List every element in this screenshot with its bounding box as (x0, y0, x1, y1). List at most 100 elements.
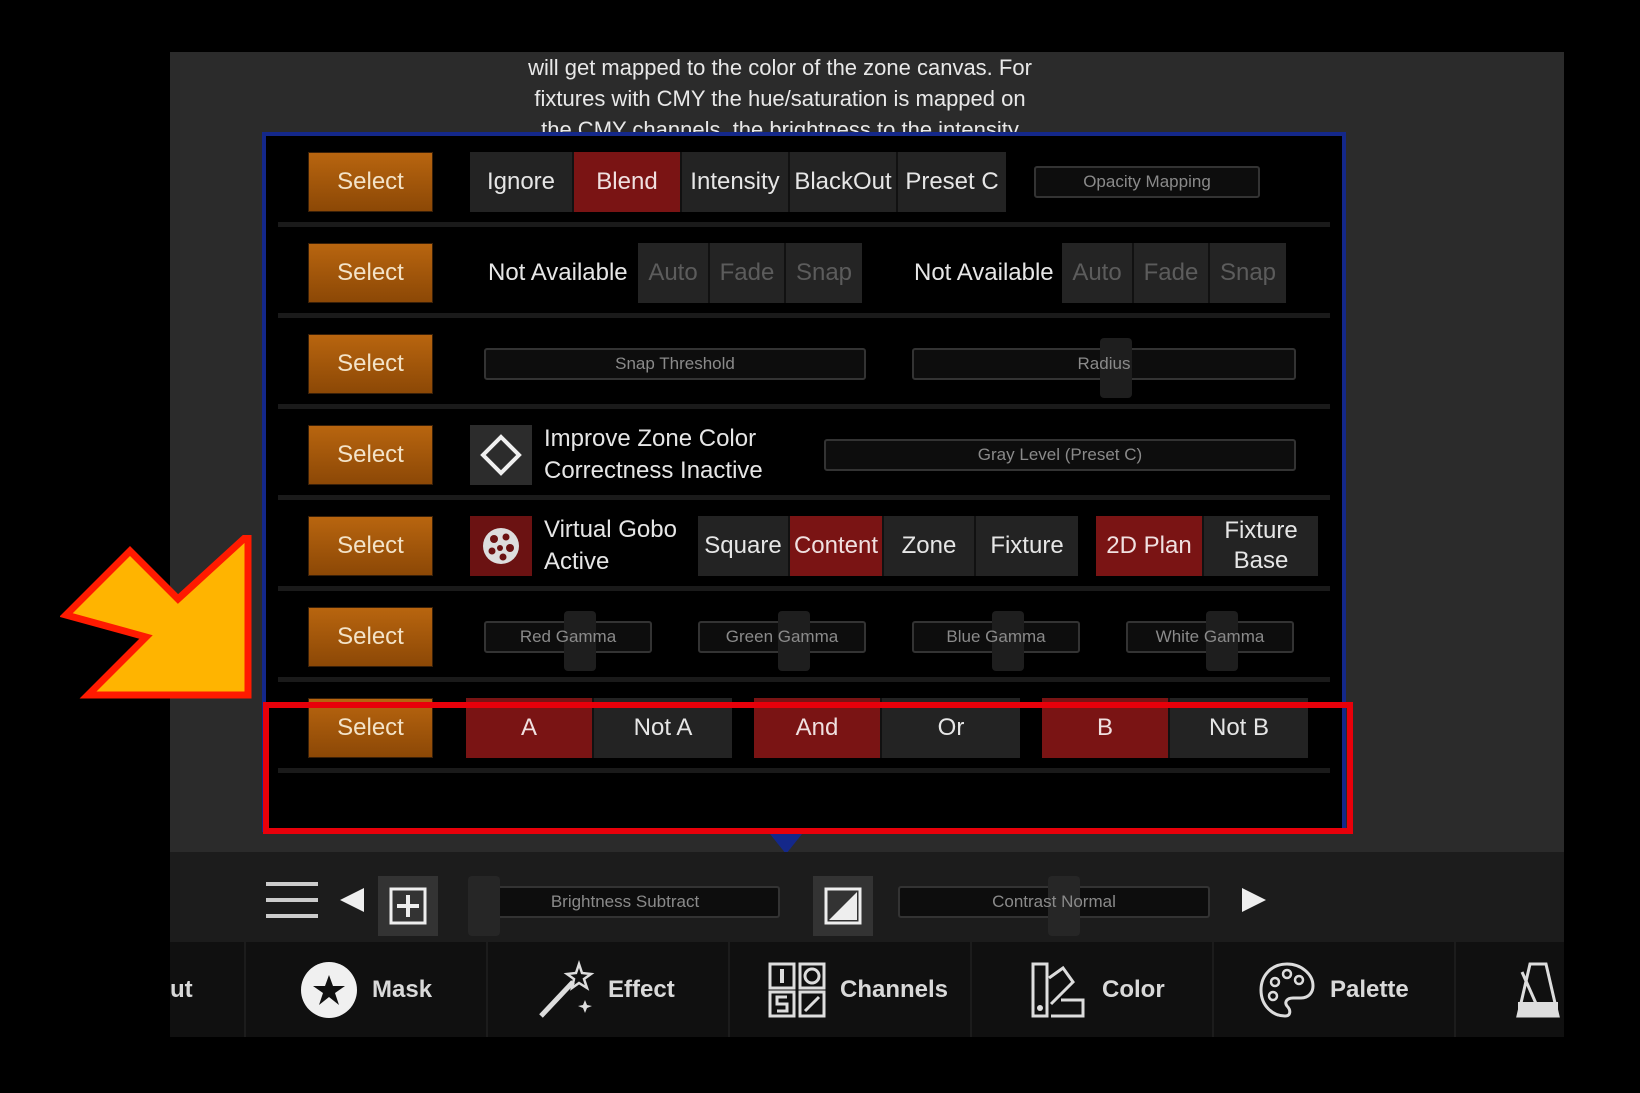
option-snap: Snap (1210, 243, 1286, 303)
star-icon (298, 959, 360, 1021)
tab-color[interactable]: Color (972, 942, 1214, 1037)
label-line-1: Virtual Gobo (544, 516, 677, 543)
row-virtual-gobo: Select Virtual Gobo Active Square Conten… (278, 500, 1330, 591)
tab-bar: ut Mask Effect Channels Color Palette (170, 942, 1564, 1037)
transition-selector-right: Auto Fade Snap (1062, 243, 1286, 303)
tab-label: Mask (372, 975, 433, 1003)
slider-label: Green Gamma (725, 627, 839, 646)
help-text: will get mapped to the color of the zone… (470, 52, 1090, 132)
slider-label: Snap Threshold (615, 354, 735, 373)
gobo-mode-selector: Square Content Zone Fixture (698, 516, 1078, 576)
slider-label: Blue Gamma (946, 627, 1046, 646)
white-gamma-slider[interactable]: White Gamma (1126, 611, 1294, 671)
improve-zone-color-label: Improve Zone Color Correctness Inactive (544, 423, 763, 487)
help-text-line-1: will get mapped to the color of the zone… (528, 55, 1032, 80)
tab-label: Palette (1330, 975, 1409, 1003)
select-button[interactable]: Select (308, 425, 433, 485)
diamond-icon (480, 434, 522, 476)
option-auto: Auto (638, 243, 710, 303)
menu-icon[interactable] (266, 880, 318, 920)
select-button[interactable]: Select (308, 516, 433, 576)
label-line-1: Improve Zone Color (544, 425, 757, 452)
not-available-label-left: Not Available (488, 259, 628, 286)
channels-icon (766, 959, 828, 1021)
option-fixture[interactable]: Fixture (976, 516, 1078, 576)
radius-slider[interactable]: Radius (912, 338, 1296, 398)
slider-knob[interactable] (468, 876, 500, 936)
option-fade: Fade (710, 243, 786, 303)
tab-mask[interactable]: Mask (246, 942, 488, 1037)
app-window: will get mapped to the color of the zone… (170, 52, 1564, 1037)
option-square[interactable]: Square (698, 516, 790, 576)
green-gamma-slider[interactable]: Green Gamma (698, 611, 866, 671)
transition-selector-left: Auto Fade Snap (638, 243, 862, 303)
option-fade: Fade (1134, 243, 1210, 303)
blue-gamma-slider[interactable]: Blue Gamma (912, 611, 1080, 671)
row-opacity-mode: Select Ignore Blend Intensity BlackOut P… (278, 136, 1330, 227)
select-button[interactable]: Select (308, 607, 433, 667)
red-gamma-slider[interactable]: Red Gamma (484, 611, 652, 671)
plus-square-icon (389, 887, 427, 925)
row-snap-radius: Select Snap Threshold Radius (278, 318, 1330, 409)
opacity-mode-selector: Ignore Blend Intensity BlackOut Preset C (470, 152, 1006, 212)
row-gamma: Select Red Gamma Green Gamma Blue Gamma … (278, 591, 1330, 682)
metronome-icon (1514, 959, 1562, 1021)
tab-metronome[interactable] (1456, 942, 1564, 1037)
contrast-icon (824, 887, 862, 925)
option-preset-c[interactable]: Preset C (898, 152, 1006, 212)
next-arrow-icon[interactable] (1242, 886, 1268, 919)
tab-ut[interactable]: ut (170, 942, 246, 1037)
virtual-gobo-label: Virtual Gobo Active (544, 514, 677, 578)
color-swatch-icon (1028, 959, 1090, 1021)
tab-label: ut (170, 975, 193, 1003)
option-blend[interactable]: Blend (574, 152, 682, 212)
prev-arrow-icon[interactable] (338, 886, 364, 919)
add-button[interactable] (378, 876, 438, 936)
contrast-toggle[interactable] (813, 876, 873, 936)
snap-threshold-slider[interactable]: Snap Threshold (484, 348, 866, 380)
select-button[interactable]: Select (308, 152, 433, 212)
tab-label: Channels (840, 975, 949, 1003)
slider-label: Brightness Subtract (550, 892, 700, 911)
option-snap: Snap (786, 243, 862, 303)
option-intensity[interactable]: Intensity (682, 152, 790, 212)
label-line-2: Correctness Inactive (544, 457, 763, 484)
slider-label: Gray Level (Preset C) (977, 445, 1143, 464)
option-content[interactable]: Content (790, 516, 884, 576)
option-zone[interactable]: Zone (884, 516, 976, 576)
option-fixture-base[interactable]: Fixture Base (1204, 516, 1318, 576)
brightness-subtract-slider[interactable]: Brightness Subtract (468, 876, 780, 936)
highlight-box (263, 702, 1353, 834)
tab-label: Effect (608, 975, 675, 1003)
slider-label: Red Gamma (519, 627, 617, 646)
contrast-slider[interactable]: Contrast Normal (898, 876, 1210, 936)
tab-channels[interactable]: Channels (730, 942, 972, 1037)
not-available-label-right: Not Available (914, 259, 1054, 286)
gobo-icon (483, 528, 519, 564)
slider-label: White Gamma (1155, 627, 1265, 646)
tab-label: Color (1102, 975, 1165, 1003)
select-button[interactable]: Select (308, 334, 433, 394)
option-auto: Auto (1062, 243, 1134, 303)
slider-label: Opacity Mapping (1083, 172, 1211, 191)
row-zone-color: Select Improve Zone Color Correctness In… (278, 409, 1330, 500)
select-button[interactable]: Select (308, 243, 433, 303)
slider-label: Radius (1077, 354, 1131, 373)
tab-palette[interactable]: Palette (1214, 942, 1456, 1037)
tab-effect[interactable]: Effect (488, 942, 730, 1037)
gray-level-slider[interactable]: Gray Level (Preset C) (824, 439, 1296, 471)
gobo-toggle[interactable] (470, 516, 532, 576)
option-blackout[interactable]: BlackOut (790, 152, 898, 212)
help-text-line-3: the CMY channels, the brightness to the … (541, 117, 1019, 132)
option-2d-plan[interactable]: 2D Plan (1096, 516, 1204, 576)
option-ignore[interactable]: Ignore (470, 152, 574, 212)
slider-label: Contrast Normal (992, 892, 1116, 911)
diamond-toggle[interactable] (470, 425, 532, 485)
opacity-mapping-slider[interactable]: Opacity Mapping (1034, 166, 1260, 198)
row-transition-mode: Select Not Available Auto Fade Snap Not … (278, 227, 1330, 318)
label-line-2: Active (544, 548, 610, 575)
gobo-plan-selector: 2D Plan Fixture Base (1096, 516, 1318, 576)
help-text-line-2: fixtures with CMY the hue/saturation is … (534, 86, 1026, 111)
bottom-toolbar: Brightness Subtract Contrast Normal (170, 852, 1564, 942)
magic-wand-icon (534, 959, 596, 1021)
